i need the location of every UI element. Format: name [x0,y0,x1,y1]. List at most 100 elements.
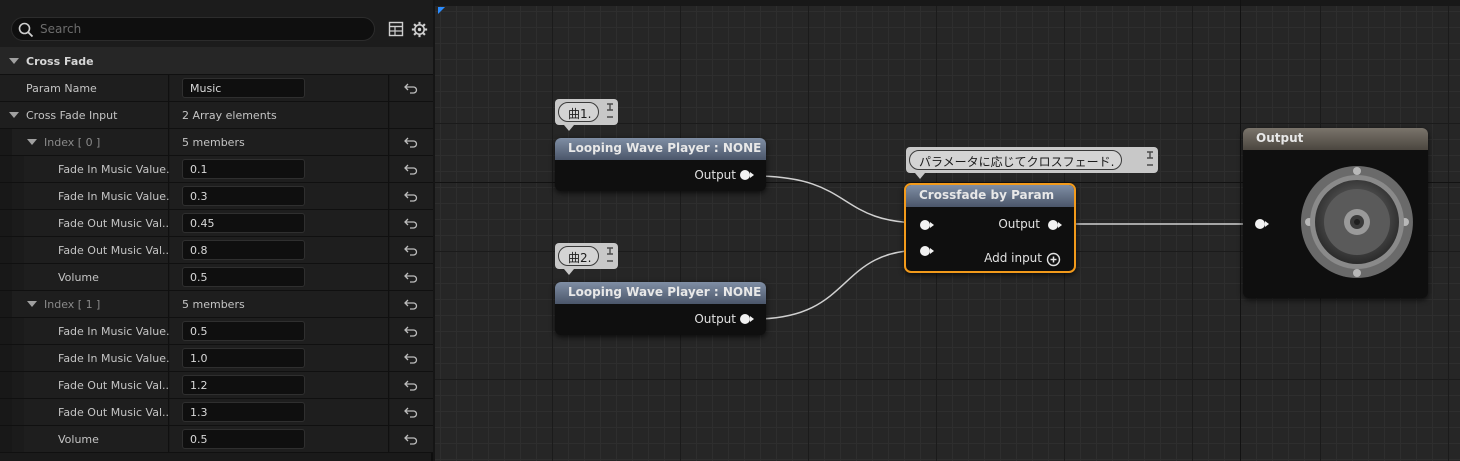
output-pin[interactable] [740,170,750,180]
looping-wave-player-node-1[interactable]: Looping Wave Player : NONE Output [555,138,766,191]
members-count: 5 members [182,298,245,311]
field-row: Fade Out Music Val... 1.2 [0,372,433,399]
output-pin[interactable] [1048,220,1058,230]
field-row: Fade Out Music Val... 0.45 [0,210,433,237]
field-row: Fade Out Music Val... 0.8 [0,237,433,264]
row-index-1[interactable]: Index [ 1 ] 5 members [0,291,433,318]
pin-icon[interactable] [605,245,615,265]
node-title: Output [1243,128,1428,150]
search-box[interactable] [11,17,375,41]
expand-arrow-icon[interactable] [27,139,37,145]
speaker-icon [1300,166,1413,278]
reset-icon[interactable] [404,217,418,229]
field-value-input[interactable]: 0.3 [182,186,305,206]
comment-track2[interactable]: 曲2. [555,243,618,275]
pin-icon[interactable] [1145,149,1155,169]
field-label: Volume [58,433,99,446]
section-title: Cross Fade [26,55,94,68]
field-value-input[interactable]: 0.1 [182,159,305,179]
param-name-input[interactable]: Music [182,78,305,98]
param-name-label: Param Name [26,82,97,95]
reset-icon[interactable] [404,298,418,310]
members-count: 5 members [182,136,245,149]
field-label: Fade In Music Value... [58,163,177,176]
reset-icon[interactable] [404,82,418,94]
output-pin-label: Output [694,312,736,326]
field-value-input[interactable]: 0.45 [182,213,305,233]
reset-icon[interactable] [404,163,418,175]
details-panel: Cross Fade Param Name Music Cross Fade I… [0,0,433,461]
comment-crossfade[interactable]: パラメータに応じてクロスフェード. [906,147,1158,179]
reset-icon[interactable] [404,271,418,283]
row-index-0[interactable]: Index [ 0 ] 5 members [0,129,433,156]
cross-fade-input-label: Cross Fade Input [26,109,118,122]
expand-arrow-icon[interactable] [9,58,19,64]
input-pin[interactable] [1255,219,1265,229]
field-value-input[interactable]: 0.5 [182,429,305,449]
reset-icon[interactable] [404,325,418,337]
field-value-input[interactable]: 1.2 [182,375,305,395]
node-title: Looping Wave Player : NONE [555,138,766,160]
reset-icon[interactable] [404,136,418,148]
add-input-plus-icon[interactable] [1046,252,1061,267]
field-label: Fade Out Music Val... [58,244,173,257]
row-cross-fade-input[interactable]: Cross Fade Input 2 Array elements [0,102,433,129]
comment-text: 曲2. [558,246,600,266]
row-param-name: Param Name Music [0,75,433,102]
reset-icon[interactable] [404,379,418,391]
field-row: Fade In Music Value... 0.1 [0,156,433,183]
index-label: Index [ 0 ] [44,136,101,149]
output-node[interactable]: Output [1243,128,1428,298]
comment-text: パラメータに応じてクロスフェード. [909,150,1123,170]
reset-icon[interactable] [404,406,418,418]
expand-arrow-icon[interactable] [27,301,37,307]
search-input[interactable] [40,20,360,38]
field-row: Fade In Music Value... 0.5 [0,318,433,345]
node-title: Crossfade by Param [906,185,1074,207]
crossfade-by-param-node[interactable]: Crossfade by Param Output Add input [904,183,1076,273]
field-value-input[interactable]: 0.5 [182,321,305,341]
reset-icon[interactable] [404,352,418,364]
output-pin[interactable] [740,314,750,324]
node-title: Looping Wave Player : NONE [555,282,766,304]
field-label: Volume [58,271,99,284]
wire-player2-to-crossfade [753,249,924,320]
expand-arrow-icon[interactable] [9,112,19,118]
wire-player1-to-crossfade [753,175,924,224]
input-pin-1[interactable] [920,220,930,230]
comment-track1[interactable]: 曲1. [555,99,618,131]
pin-icon[interactable] [605,101,615,121]
field-value-input[interactable]: 1.0 [182,348,305,368]
field-label: Fade Out Music Val... [58,406,173,419]
add-input-label[interactable]: Add input [984,251,1042,265]
field-row: Fade In Music Value... 0.3 [0,183,433,210]
field-value-input[interactable]: 0.8 [182,240,305,260]
search-icon [18,22,34,38]
section-cross-fade[interactable]: Cross Fade [0,47,433,75]
table-view-icon[interactable] [388,21,404,37]
field-row: Volume 0.5 [0,426,433,453]
field-row: Fade In Music Value... 1.0 [0,345,433,372]
field-label: Fade Out Music Val... [58,217,173,230]
search-bar [0,0,433,47]
index-label: Index [ 1 ] [44,298,101,311]
field-value-input[interactable]: 1.3 [182,402,305,422]
output-pin-label: Output [998,217,1040,231]
reset-icon[interactable] [404,433,418,445]
array-elements-count: 2 Array elements [182,109,277,122]
field-label: Fade Out Music Val... [58,379,173,392]
reset-icon[interactable] [404,244,418,256]
input-pin-2[interactable] [920,246,930,256]
output-pin-label: Output [694,168,736,182]
graph-canvas[interactable]: 曲1. Looping Wave Player : NONE Output 曲2… [435,0,1460,461]
field-label: Fade In Music Value... [58,352,177,365]
field-label: Fade In Music Value... [58,190,177,203]
looping-wave-player-node-2[interactable]: Looping Wave Player : NONE Output [555,282,766,335]
gear-icon[interactable] [411,21,428,38]
comment-text: 曲1. [558,102,600,122]
field-label: Fade In Music Value... [58,325,177,338]
field-row: Volume 0.5 [0,264,433,291]
field-value-input[interactable]: 0.5 [182,267,305,287]
reset-icon[interactable] [404,190,418,202]
field-row: Fade Out Music Val... 1.3 [0,399,433,426]
